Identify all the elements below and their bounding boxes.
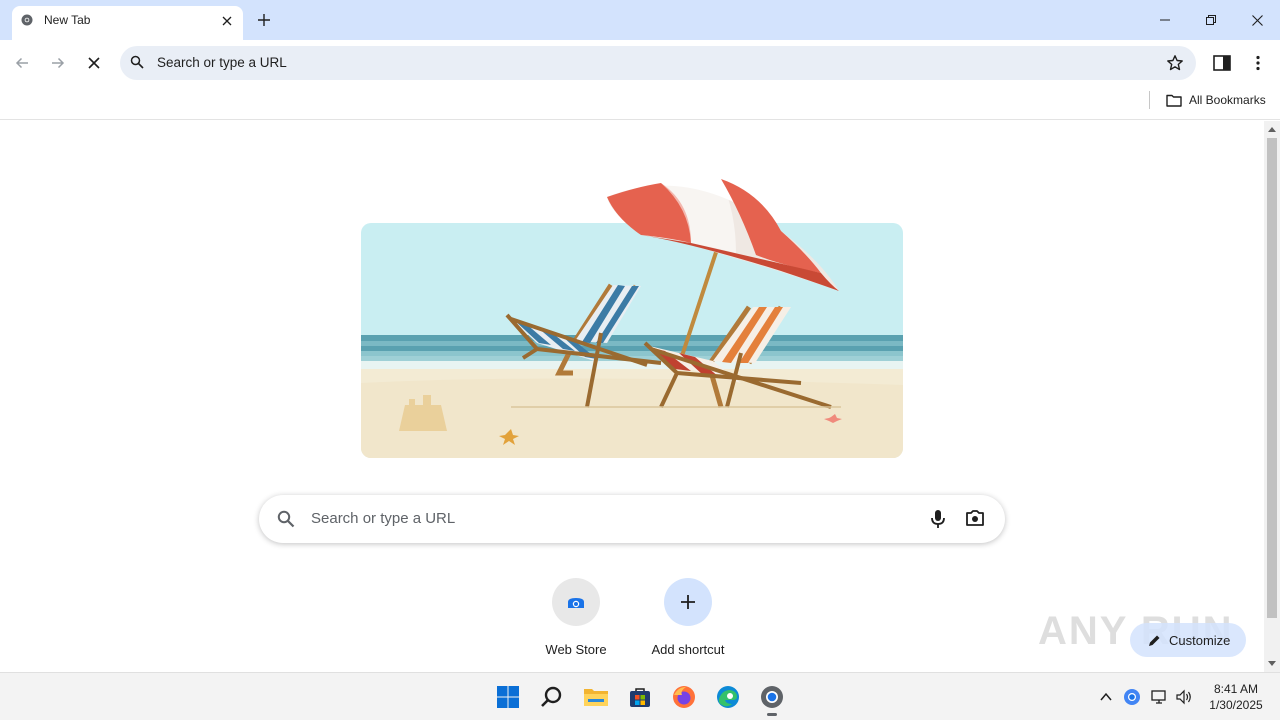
chrome-icon[interactable] <box>758 683 786 716</box>
beach-doodle-image[interactable] <box>361 173 903 458</box>
close-window-icon[interactable] <box>1245 8 1269 32</box>
back-icon[interactable] <box>10 51 34 75</box>
scrollbar[interactable] <box>1264 121 1280 672</box>
new-tab-icon[interactable] <box>254 10 274 30</box>
shortcut-add[interactable]: Add shortcut <box>632 578 744 668</box>
search-icon <box>130 55 144 69</box>
active-app-indicator <box>767 713 777 716</box>
restore-icon[interactable] <box>1199 8 1223 32</box>
search-placeholder: Search or type a URL <box>311 510 456 527</box>
microsoft-store-icon[interactable] <box>626 683 654 711</box>
shortcut-label: Web Store <box>545 642 607 657</box>
web-store-icon <box>552 578 600 626</box>
edge-icon[interactable] <box>714 683 742 711</box>
side-panel-icon[interactable] <box>1210 51 1234 75</box>
stop-loading-icon[interactable] <box>82 51 106 75</box>
tab-new-tab[interactable]: New Tab <box>12 6 243 40</box>
tab-close-icon[interactable] <box>217 11 237 31</box>
tab-title: New Tab <box>44 13 91 27</box>
scroll-up-arrow-icon[interactable] <box>1268 127 1276 132</box>
volume-icon[interactable] <box>1175 688 1193 706</box>
tab-strip: New Tab <box>0 0 1280 40</box>
search-box[interactable]: Search or type a URL <box>259 495 1005 543</box>
clock-date: 1/30/2025 <box>1209 698 1263 712</box>
chrome-favicon-icon <box>21 14 33 26</box>
scrollbar-thumb[interactable] <box>1267 138 1277 618</box>
microphone-icon[interactable] <box>928 508 948 530</box>
camera-search-icon[interactable] <box>965 509 985 527</box>
firefox-icon[interactable] <box>670 683 698 711</box>
scroll-down-arrow-icon[interactable] <box>1268 661 1276 666</box>
tray-overflow-chevron-icon[interactable] <box>1098 689 1114 705</box>
address-bar-placeholder: Search or type a URL <box>157 55 287 70</box>
menu-kebab-icon[interactable] <box>1246 51 1270 75</box>
taskbar: 8:41 AM 1/30/2025 <box>0 672 1280 720</box>
all-bookmarks-button[interactable]: All Bookmarks <box>1166 91 1266 109</box>
pencil-icon <box>1149 635 1160 646</box>
search-icon <box>277 510 295 528</box>
search-icon[interactable] <box>538 683 566 711</box>
customize-button[interactable]: Customize <box>1130 623 1246 657</box>
minimize-icon[interactable] <box>1153 8 1177 32</box>
bookmark-star-icon[interactable] <box>1166 54 1184 72</box>
network-icon[interactable] <box>1150 688 1168 706</box>
shortcut-label: Add shortcut <box>651 642 725 657</box>
shortcut-web-store[interactable]: Web Store <box>520 578 632 668</box>
folder-icon <box>1166 94 1182 107</box>
plus-icon <box>664 578 712 626</box>
forward-icon[interactable] <box>46 51 70 75</box>
tray-chrome-icon[interactable] <box>1123 688 1141 706</box>
customize-label: Customize <box>1169 632 1231 648</box>
clock-time: 8:41 AM <box>1213 682 1259 696</box>
toolbar: Search or type a URL <box>0 40 1280 86</box>
new-tab-page: Search or type a URL Web Store Add short… <box>0 121 1264 672</box>
bookmarks-divider <box>1149 91 1150 109</box>
windows-start-icon[interactable] <box>494 683 522 711</box>
file-explorer-icon[interactable] <box>582 683 610 711</box>
tray-clock[interactable]: 8:41 AM 1/30/2025 <box>1200 681 1272 713</box>
address-bar[interactable]: Search or type a URL <box>120 46 1196 80</box>
bookmarks-bar: All Bookmarks <box>0 86 1280 120</box>
all-bookmarks-label: All Bookmarks <box>1189 93 1266 107</box>
